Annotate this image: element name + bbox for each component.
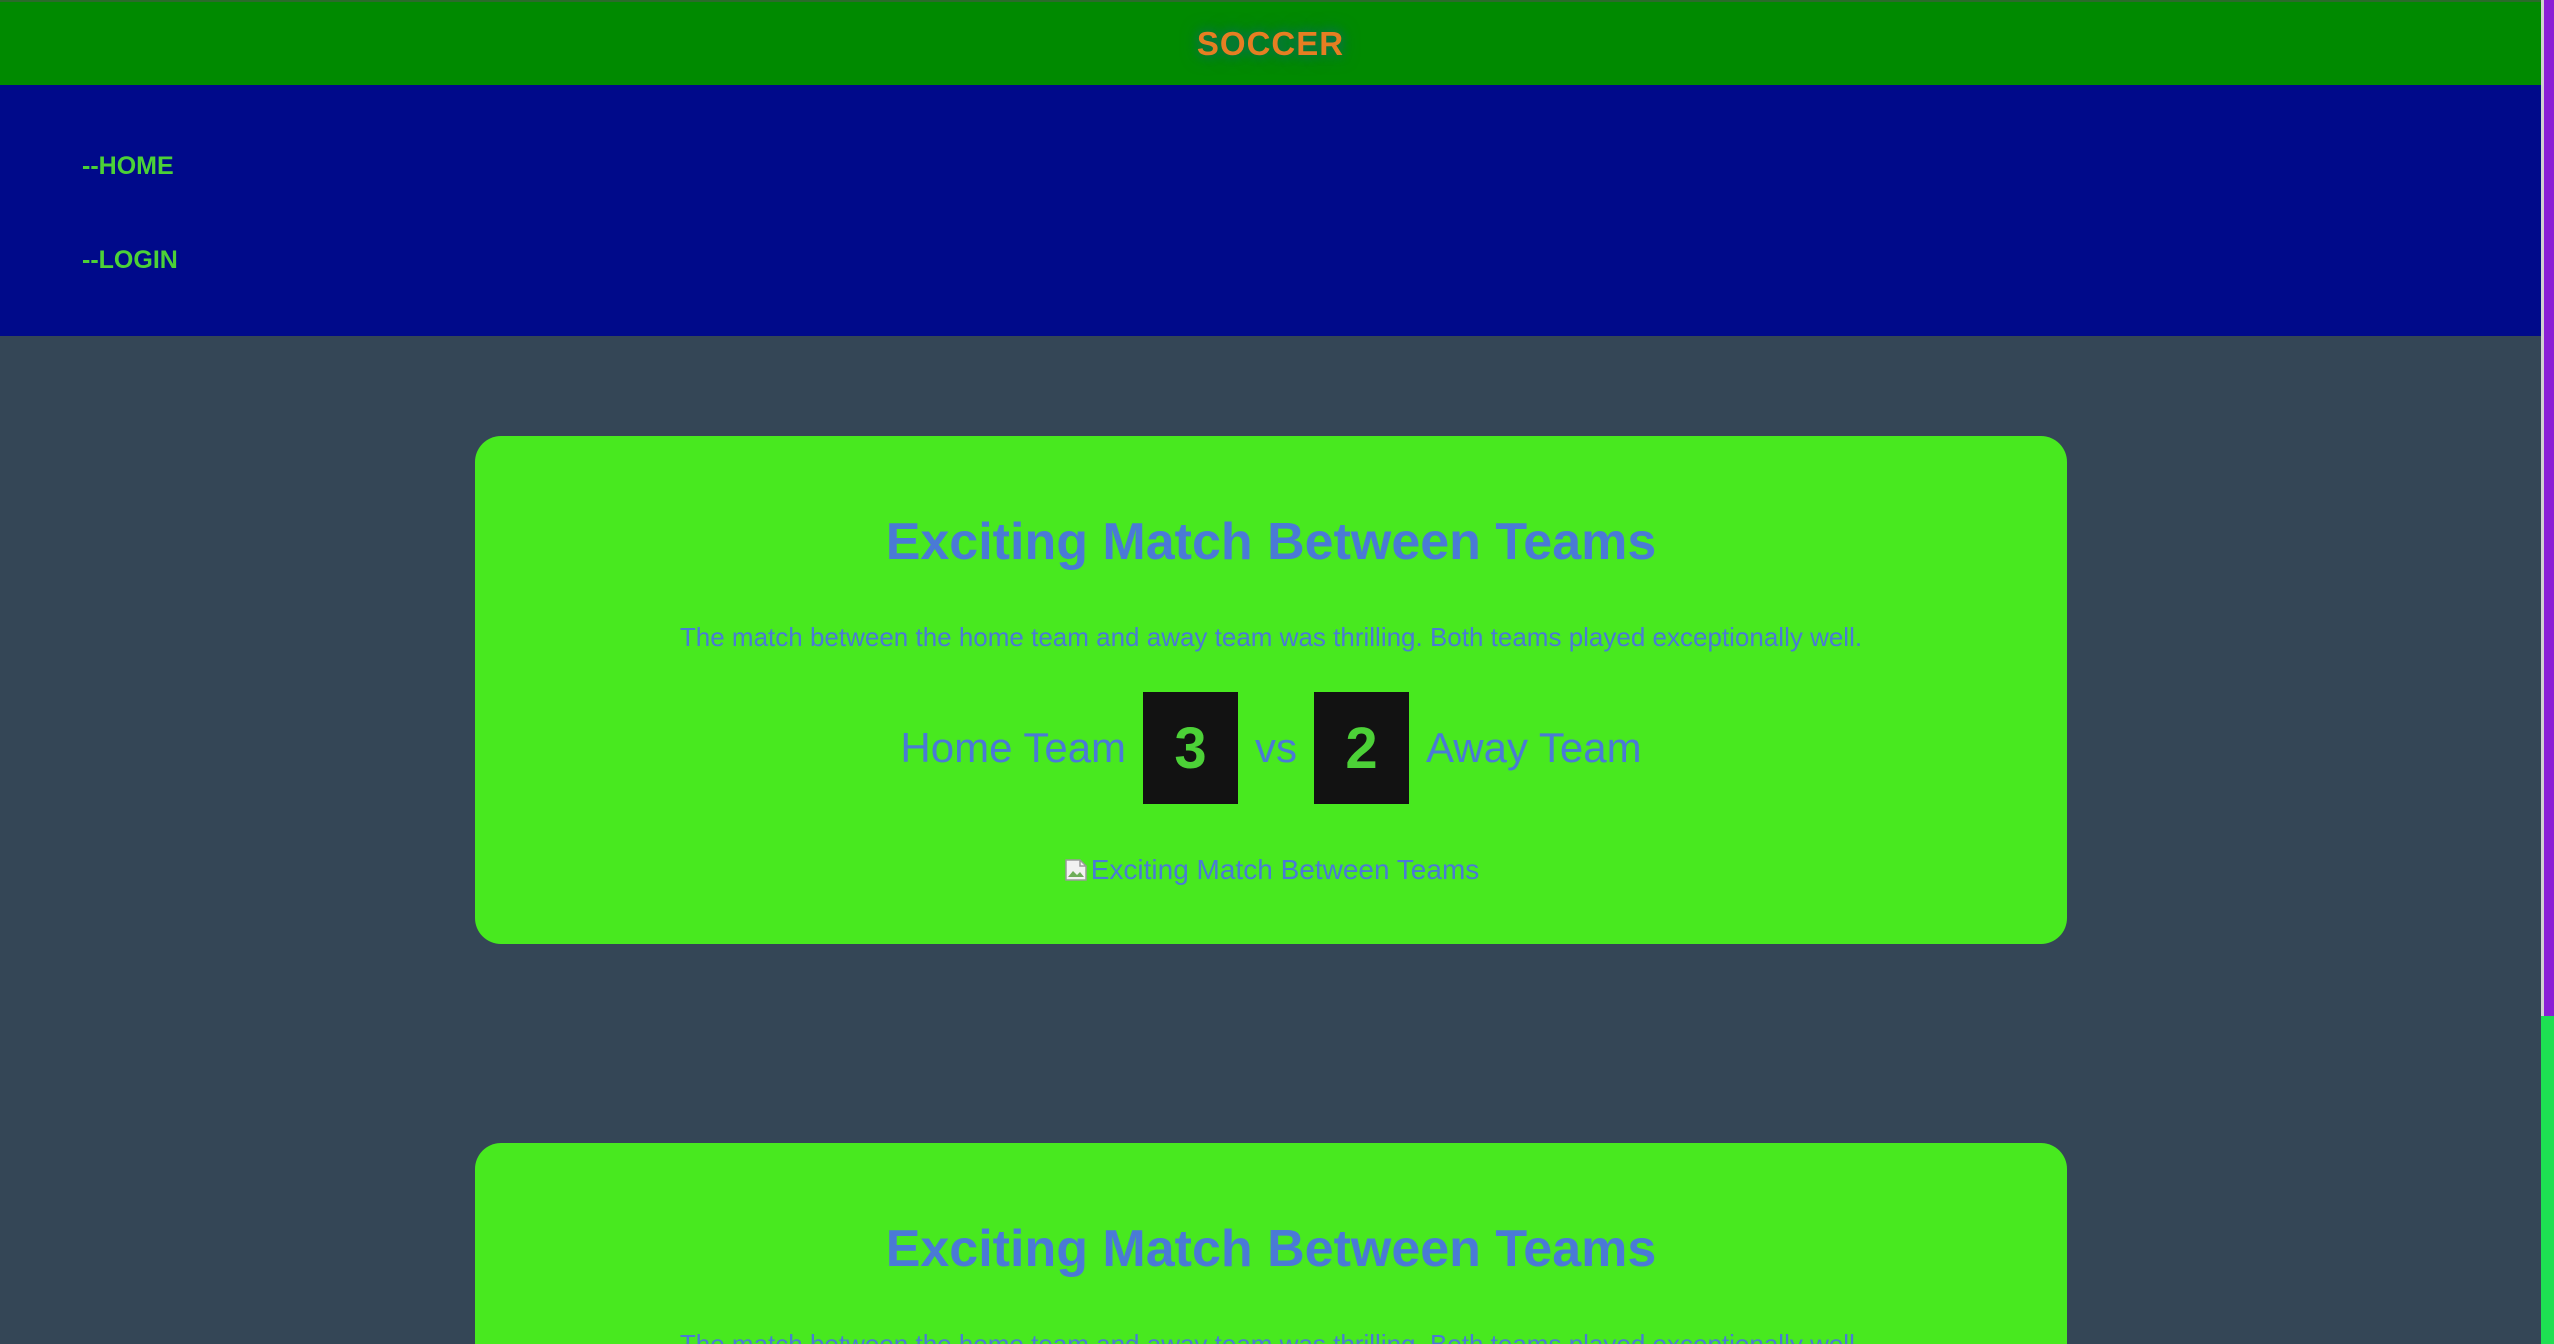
away-score: 2 xyxy=(1314,692,1410,804)
nav-menu: --HOME --LOGIN xyxy=(0,85,2541,336)
scrollbar-track-edge xyxy=(2541,0,2544,1016)
nav-link-login[interactable]: --LOGIN xyxy=(82,246,178,275)
page: SOCCER --HOME --LOGIN Exciting Match Bet… xyxy=(0,0,2554,1344)
match-description: The match between the home team and away… xyxy=(679,1329,1863,1344)
broken-image-icon xyxy=(1063,857,1089,883)
match-image: Exciting Match Between Teams xyxy=(475,854,2067,886)
site-brand[interactable]: SOCCER xyxy=(1197,25,1344,63)
match-image-alt-text: Exciting Match Between Teams xyxy=(1090,854,1480,885)
match-card: Exciting Match Between Teams The match b… xyxy=(475,436,2067,944)
scrollbar-thumb[interactable] xyxy=(2541,1016,2554,1344)
vertical-scrollbar[interactable] xyxy=(2541,0,2554,1344)
match-title: Exciting Match Between Teams xyxy=(885,513,1657,571)
home-team-name: Home Team xyxy=(900,724,1127,771)
match-title: Exciting Match Between Teams xyxy=(885,1220,1657,1278)
scoreboard: Home Team 3 vs 2 Away Team xyxy=(475,692,2067,804)
header-bar: SOCCER xyxy=(0,0,2541,85)
versus-label: vs xyxy=(1255,724,1298,771)
match-description: The match between the home team and away… xyxy=(679,622,1863,652)
home-score: 3 xyxy=(1143,692,1239,804)
away-team-name: Away Team xyxy=(1426,724,1642,771)
match-card: Exciting Match Between Teams The match b… xyxy=(475,1143,2067,1344)
nav-link-home[interactable]: --HOME xyxy=(82,152,174,181)
